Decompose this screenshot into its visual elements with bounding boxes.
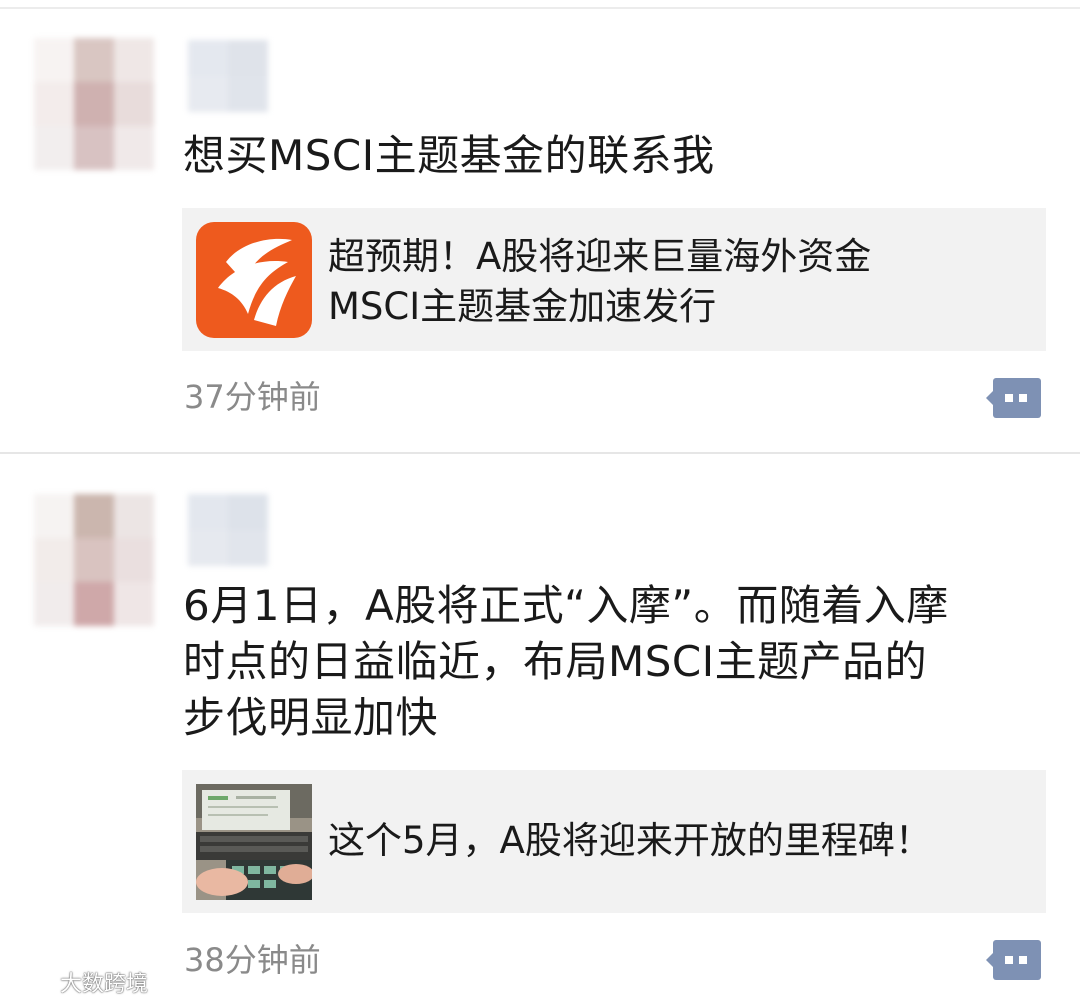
post-text-line-2: 时点的日益临近，布局MSCI主题产品的	[183, 637, 928, 686]
post-text-line-3: 步伐明显加快	[183, 693, 439, 742]
post-text-line-1: 6月1日，A股将正式“入摩”。而随着入摩	[183, 581, 949, 630]
moment-post-2: 6月1日，A股将正式“入摩”。而随着入摩 时点的日益临近，布局MSCI主题产品的…	[0, 454, 1080, 1002]
shared-link-card[interactable]: 超预期！A股将迎来巨量海外资金 MSCI主题基金加速发行	[182, 208, 1046, 351]
comment-icon[interactable]	[985, 376, 1045, 420]
nickname[interactable]	[188, 40, 268, 112]
calculator-laptop-photo-icon	[196, 784, 312, 900]
post-time: 38分钟前	[184, 941, 321, 979]
post-time: 37分钟前	[184, 378, 321, 416]
post-text: 6月1日，A股将正式“入摩”。而随着入摩 时点的日益临近，布局MSCI主题产品的…	[183, 578, 1033, 746]
orange-fund-app-logo-icon	[196, 222, 312, 338]
shared-link-title-line-1: 超预期！A股将迎来巨量海外资金	[328, 235, 872, 278]
shared-link-title: 这个5月，A股将迎来开放的里程碑！	[328, 819, 932, 862]
moment-post-1: 想买MSCI主题基金的联系我 超预期！A股将迎来巨量海外资金 MSCI主题基金加…	[0, 0, 1080, 452]
avatar[interactable]	[34, 38, 154, 170]
weibo-logo-icon	[10, 964, 54, 1000]
nickname[interactable]	[188, 494, 268, 566]
avatar[interactable]	[34, 494, 154, 626]
moments-feed: 想买MSCI主题基金的联系我 超预期！A股将迎来巨量海外资金 MSCI主题基金加…	[0, 0, 1080, 1002]
comment-icon[interactable]	[985, 938, 1045, 982]
shared-link-title-line-2: MSCI主题基金加速发行	[328, 285, 717, 328]
shared-link-title: 超预期！A股将迎来巨量海外资金 MSCI主题基金加速发行	[328, 232, 1028, 332]
shared-link-card[interactable]: 这个5月，A股将迎来开放的里程碑！	[182, 770, 1046, 913]
watermark: 大数跨境	[10, 964, 148, 1000]
post-text: 想买MSCI主题基金的联系我	[183, 131, 715, 180]
watermark-text: 大数跨境	[60, 972, 149, 997]
